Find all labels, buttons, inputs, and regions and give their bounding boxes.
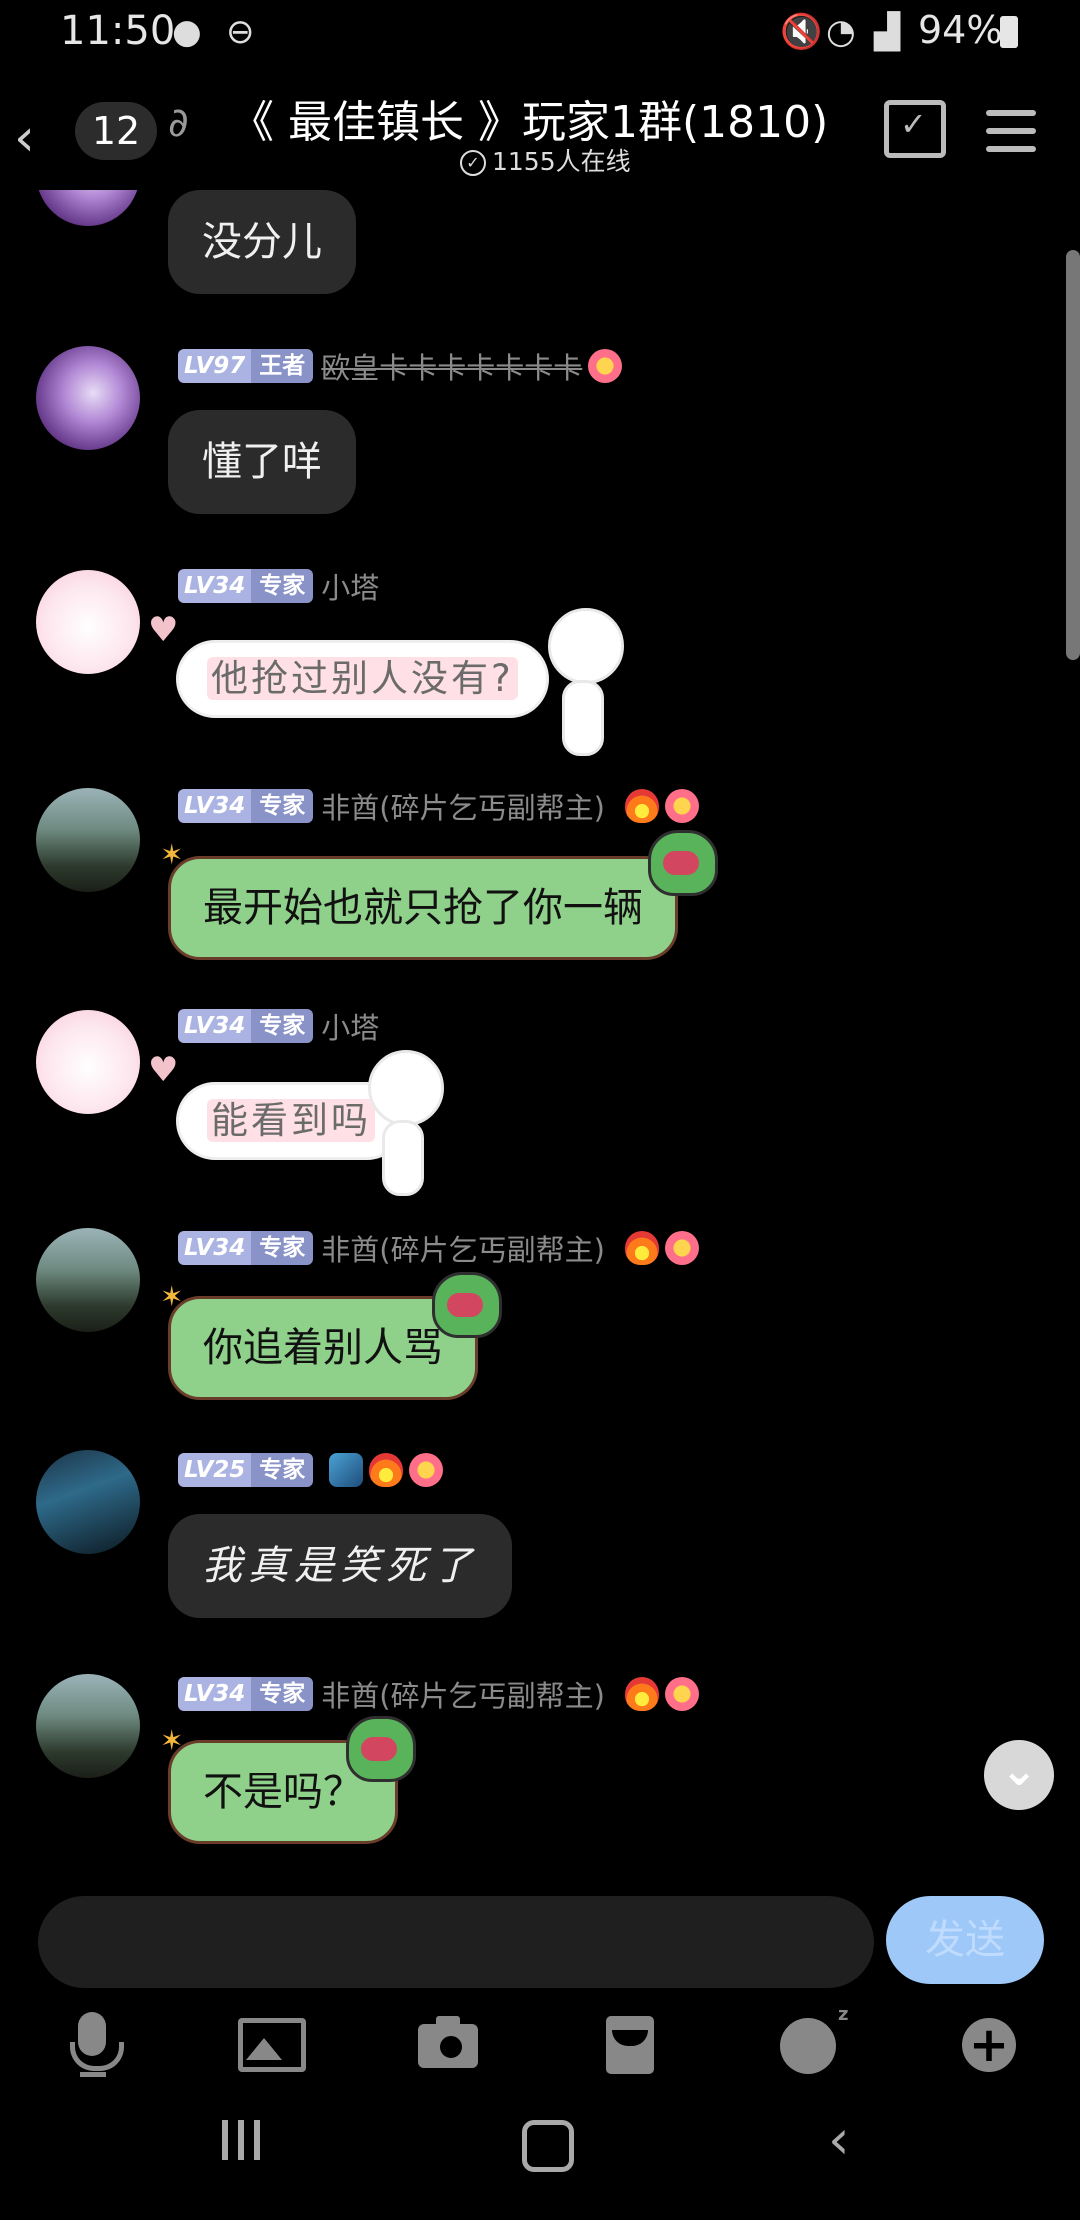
message-bubble[interactable]: 没分儿 bbox=[168, 190, 356, 294]
sender-meta: LV34 专家 小塔 bbox=[178, 1005, 379, 1047]
message-bubble[interactable]: 懂了咩 bbox=[168, 410, 356, 514]
check-circle-icon: ✓ bbox=[460, 150, 486, 176]
fire-emoji-icon bbox=[624, 1677, 659, 1711]
online-count-text: 1155人在线 bbox=[492, 147, 631, 176]
cat-tail-icon bbox=[562, 680, 604, 756]
level-badge: LV34 专家 bbox=[178, 569, 314, 603]
fire-emoji-icon bbox=[369, 1453, 404, 1487]
cat-sticker-icon bbox=[368, 1050, 444, 1126]
battery-icon bbox=[1000, 16, 1018, 48]
recent-apps-icon[interactable] bbox=[222, 2120, 264, 2162]
plus-icon[interactable]: + bbox=[962, 2012, 1032, 2072]
sender-meta: LV25 专家 bbox=[178, 1452, 444, 1488]
flower-emoji-icon bbox=[664, 1677, 699, 1711]
image-icon[interactable] bbox=[238, 2012, 308, 2072]
sender-meta: LV34 专家 小塔 bbox=[178, 565, 379, 607]
group-title: 《 最佳镇长 》玩家1群(1810) bbox=[230, 97, 829, 148]
avatar[interactable] bbox=[36, 1228, 140, 1332]
sender-meta: LV97 王者 欧皇卡卡卡卡卡卡卡 bbox=[178, 345, 623, 387]
status-time: 11:50 bbox=[60, 8, 176, 54]
signal-icon: ▟ bbox=[874, 12, 901, 52]
mic-icon[interactable] bbox=[58, 2012, 128, 2077]
sender-meta: LV34 专家 非酋(碎片乞丐副帮主) bbox=[178, 1673, 699, 1715]
avatar[interactable] bbox=[36, 1010, 140, 1114]
sender-name[interactable]: 非酋(碎片乞丐副帮主) bbox=[321, 1227, 605, 1269]
avatar[interactable] bbox=[36, 570, 140, 674]
heart-icon: ♥ bbox=[148, 610, 179, 650]
mute-icon: 🔇 bbox=[780, 12, 823, 52]
flower-emoji-icon bbox=[588, 349, 623, 383]
flower-emoji-icon bbox=[664, 1231, 699, 1265]
level-badge: LV34 专家 bbox=[178, 1231, 314, 1265]
chat-header: ‹ 12 ∂ 《 最佳镇长 》玩家1群(1810) ✓ 1155人在线 ✓ bbox=[0, 70, 1080, 190]
battery-percent: 94% bbox=[918, 8, 1003, 52]
online-count: ✓ 1155人在线 bbox=[460, 142, 631, 178]
level-badge: LV34 专家 bbox=[178, 1677, 314, 1711]
message-bubble[interactable]: 最开始也就只抢了你一辆 bbox=[168, 856, 678, 960]
do-not-disturb-icon: ⊖ bbox=[226, 12, 255, 52]
status-bar: 11:50 ● ⊖ 🔇 ◔ ▟ 94% bbox=[0, 0, 1080, 70]
scrollbar[interactable] bbox=[1066, 250, 1080, 660]
avatar[interactable] bbox=[36, 1450, 140, 1554]
chevron-down-icon: ⌄ bbox=[1000, 1745, 1038, 1796]
sticker-icon[interactable]: z bbox=[780, 2004, 850, 2074]
sender-name[interactable]: 小塔 bbox=[321, 1005, 379, 1047]
send-button[interactable]: 发送 bbox=[886, 1896, 1044, 1984]
menu-icon[interactable] bbox=[986, 110, 1036, 164]
red-envelope-icon[interactable] bbox=[600, 2012, 670, 2074]
camera-icon[interactable] bbox=[418, 2012, 488, 2072]
sender-meta: LV34 专家 非酋(碎片乞丐副帮主) bbox=[178, 785, 699, 827]
crocodile-sticker-icon bbox=[648, 830, 718, 896]
fire-emoji-icon bbox=[624, 789, 659, 823]
sender-name[interactable]: 非酋(碎片乞丐副帮主) bbox=[321, 785, 605, 827]
level-badge: LV97 王者 bbox=[178, 349, 314, 383]
heart-icon: ♥ bbox=[148, 1050, 179, 1090]
message-bubble[interactable]: 我真是笑死了 bbox=[168, 1514, 512, 1618]
dragon-emoji-icon bbox=[329, 1453, 364, 1487]
unread-count-badge[interactable]: 12 bbox=[75, 102, 157, 160]
sender-name[interactable]: 小塔 bbox=[321, 565, 379, 607]
level-badge: LV25 专家 bbox=[178, 1453, 314, 1487]
avatar[interactable] bbox=[36, 1674, 140, 1778]
message-text: 他抢过别人没有? bbox=[207, 657, 518, 700]
home-icon[interactable] bbox=[522, 2120, 574, 2172]
crocodile-sticker-icon bbox=[346, 1716, 416, 1782]
fire-emoji-icon bbox=[624, 1231, 659, 1265]
level-badge: LV34 专家 bbox=[178, 1009, 314, 1043]
message-input[interactable] bbox=[38, 1896, 874, 1988]
level-badge: LV34 专家 bbox=[178, 789, 314, 823]
wifi-icon: ◔ bbox=[826, 12, 856, 52]
cat-sticker-icon bbox=[548, 608, 624, 684]
sender-meta: LV34 专家 非酋(碎片乞丐副帮主) bbox=[178, 1227, 699, 1269]
cat-tail-icon bbox=[382, 1120, 424, 1196]
ear-icon[interactable]: ∂ bbox=[168, 100, 189, 146]
crocodile-sticker-icon bbox=[432, 1272, 502, 1338]
avatar[interactable] bbox=[36, 346, 140, 450]
sender-name[interactable]: 欧皇卡卡卡卡卡卡卡 bbox=[321, 345, 582, 387]
wechat-icon: ● bbox=[172, 12, 202, 52]
scroll-to-bottom-button[interactable]: ⌄ bbox=[984, 1740, 1054, 1810]
nav-back-icon[interactable]: ‹ bbox=[828, 2113, 850, 2167]
back-arrow-icon[interactable]: ‹ bbox=[14, 108, 35, 168]
message-text: 能看到吗 bbox=[207, 1099, 375, 1142]
message-bubble[interactable]: 他抢过别人没有? bbox=[176, 640, 549, 718]
avatar[interactable] bbox=[36, 788, 140, 892]
calendar-check-icon[interactable]: ✓ bbox=[884, 100, 946, 158]
flower-emoji-icon bbox=[409, 1453, 444, 1487]
flower-emoji-icon bbox=[664, 789, 699, 823]
sender-name[interactable]: 非酋(碎片乞丐副帮主) bbox=[321, 1673, 605, 1715]
